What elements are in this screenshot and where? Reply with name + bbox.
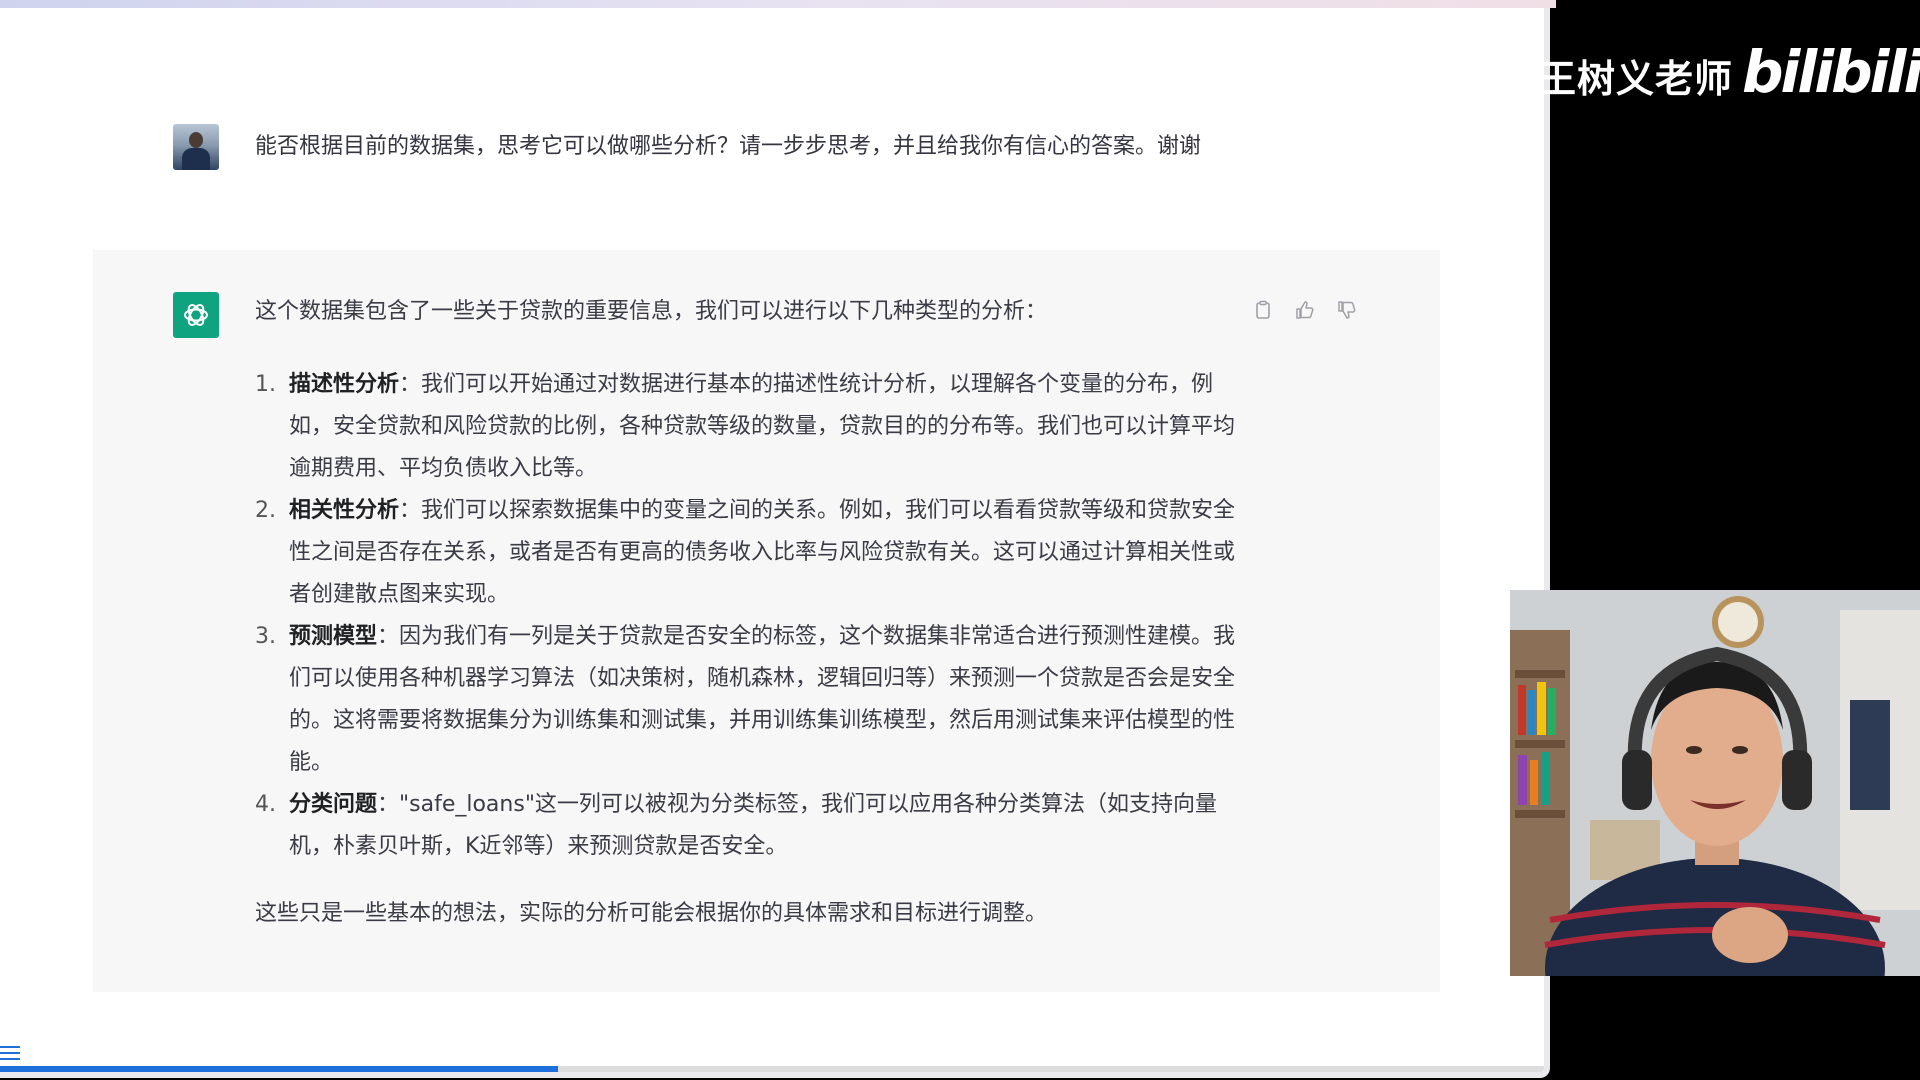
list-number: 2.	[255, 498, 276, 523]
list-item: 2. 相关性分析：我们可以探索数据集中的变量之间的关系。例如，我们可以看看贷款等…	[255, 490, 1255, 616]
thumbs-down-icon[interactable]	[1337, 300, 1357, 320]
list-item: 3. 预测模型：因为我们有一列是关于贷款是否安全的标签，这个数据集非常适合进行预…	[255, 616, 1255, 784]
list-item-text: ：我们可以开始通过对数据进行基本的描述性统计分析，以理解各个变量的分布，例如，安…	[289, 372, 1236, 481]
assistant-message: 这个数据集包含了一些关于贷款的重要信息，我们可以进行以下几种类型的分析： 1. …	[93, 250, 1440, 992]
video-progress-bar[interactable]	[0, 1066, 1544, 1072]
chat-window: 能否根据目前的数据集，思考它可以做哪些分析？请一步步思考，并且给我你有信心的答案…	[0, 8, 1550, 1078]
list-item-title: 描述性分析	[289, 372, 400, 397]
menu-icon[interactable]	[0, 1044, 22, 1062]
webcam-video	[1510, 590, 1920, 976]
video-frame: 能否根据目前的数据集，思考它可以做哪些分析？请一步步思考，并且给我你有信心的答案…	[0, 0, 1920, 1080]
analysis-list: 1. 描述性分析：我们可以开始通过对数据进行基本的描述性统计分析，以理解各个变量…	[255, 364, 1255, 868]
list-number: 1.	[255, 372, 276, 397]
user-avatar	[173, 124, 219, 170]
list-item-text: ：因为我们有一列是关于贷款是否安全的标签，这个数据集非常适合进行预测性建模。我们…	[289, 624, 1236, 775]
list-item: 4. 分类问题："safe_loans"这一列可以被视为分类标签，我们可以应用各…	[255, 784, 1255, 868]
list-item-text: ：我们可以探索数据集中的变量之间的关系。例如，我们可以看看贷款等级和贷款安全性之…	[289, 498, 1236, 607]
user-message-text: 能否根据目前的数据集，思考它可以做哪些分析？请一步步思考，并且给我你有信心的答案…	[255, 134, 1202, 159]
user-message: 能否根据目前的数据集，思考它可以做哪些分析？请一步步思考，并且给我你有信心的答案…	[0, 124, 1544, 214]
video-progress-fill	[0, 1066, 558, 1072]
browser-top-strip	[0, 0, 1556, 8]
list-number: 3.	[255, 624, 276, 649]
copy-icon[interactable]	[1253, 300, 1273, 320]
list-item-title: 分类问题	[289, 792, 378, 817]
channel-name: 王树义老师	[1538, 57, 1734, 101]
list-item-text: ："safe_loans"这一列可以被视为分类标签，我们可以应用各种分类算法（如…	[289, 792, 1217, 859]
thumbs-up-icon[interactable]	[1295, 300, 1315, 320]
list-number: 4.	[255, 792, 276, 817]
list-item-title: 预测模型	[289, 624, 378, 649]
bilibili-logo: bilibili	[1742, 38, 1920, 106]
assistant-closing: 这些只是一些基本的想法，实际的分析可能会根据你的具体需求和目标进行调整。	[255, 901, 1048, 926]
list-item-title: 相关性分析	[289, 498, 400, 523]
assistant-message-content: 这个数据集包含了一些关于贷款的重要信息，我们可以进行以下几种类型的分析： 1. …	[255, 296, 1255, 930]
list-item: 1. 描述性分析：我们可以开始通过对数据进行基本的描述性统计分析，以理解各个变量…	[255, 364, 1255, 490]
message-actions	[1253, 300, 1357, 320]
chatgpt-logo-icon	[173, 292, 219, 338]
assistant-intro: 这个数据集包含了一些关于贷款的重要信息，我们可以进行以下几种类型的分析：	[255, 299, 1048, 324]
